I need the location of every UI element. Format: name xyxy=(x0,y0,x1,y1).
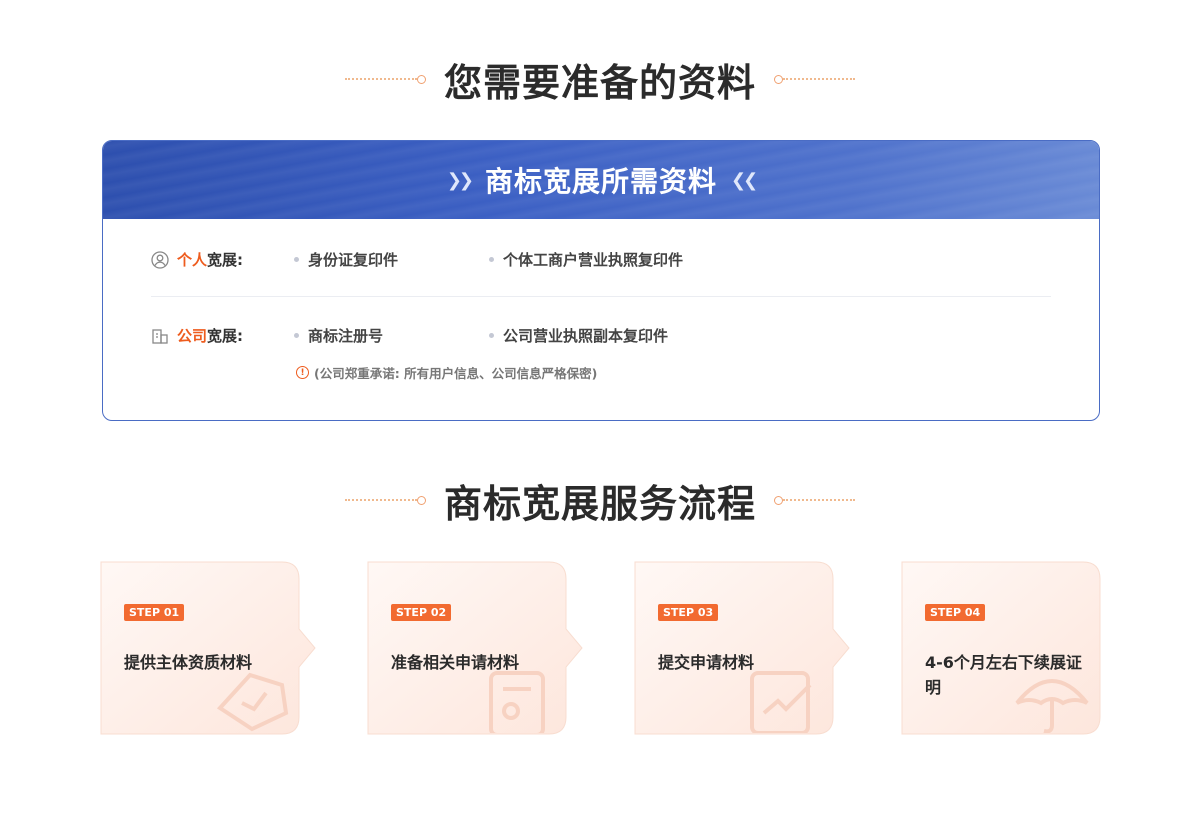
materials-title: 您需要准备的资料 xyxy=(443,60,756,105)
personal-label: 个人 宽展: xyxy=(151,249,294,270)
user-icon xyxy=(151,250,169,269)
title-decoration-right xyxy=(774,74,855,84)
privacy-note: ! (公司郑重承诺: 所有用户信息、公司信息严格保密) xyxy=(296,363,597,382)
step-badge: STEP 02 xyxy=(391,604,452,621)
chevron-left-double-icon: ❮❮ xyxy=(731,169,758,191)
materials-card: ❯❯ 商标宽展所需资料 ❮❮ 个人 宽展: 身份证复印件 个体工商户营业执照复印件… xyxy=(102,140,1100,421)
company-row: 公司 宽展: 商标注册号 公司营业执照副本复印件 xyxy=(151,325,1051,346)
list-item: 公司营业执照副本复印件 xyxy=(489,325,668,346)
company-label: 公司 宽展: xyxy=(151,325,294,346)
row-divider xyxy=(151,296,1051,297)
card-title: 商标宽展所需资料 xyxy=(484,165,717,198)
umbrella-icon xyxy=(1015,679,1089,733)
personal-label-accent: 个人 xyxy=(177,251,208,269)
tag-icon xyxy=(216,672,289,732)
personal-label-rest: 宽展: xyxy=(207,251,244,269)
step-card-2: STEP 02 准备相关申请材料 xyxy=(367,561,583,735)
company-label-rest: 宽展: xyxy=(207,327,244,345)
step-card-3: STEP 03 提交申请材料 xyxy=(634,561,850,735)
list-item: 个体工商户营业执照复印件 xyxy=(489,249,683,270)
personal-row: 个人 宽展: 身份证复印件 个体工商户营业执照复印件 xyxy=(151,249,1051,270)
step-card-1: STEP 01 提供主体资质材料 xyxy=(100,561,316,735)
title-decoration-right xyxy=(774,495,855,505)
list-item: 商标注册号 xyxy=(294,325,489,346)
step-badge: STEP 04 xyxy=(925,604,986,621)
card-header: ❯❯ 商标宽展所需资料 ❮❮ xyxy=(103,141,1099,219)
process-section-title: 商标宽展服务流程 xyxy=(0,475,1200,526)
title-decoration-left xyxy=(344,74,426,84)
warning-icon: ! xyxy=(296,366,309,379)
chevron-right-double-icon: ❯❯ xyxy=(446,169,474,191)
company-label-accent: 公司 xyxy=(177,327,208,345)
process-title: 商标宽展服务流程 xyxy=(443,481,756,526)
building-icon xyxy=(151,327,169,345)
step-card-4: STEP 04 4-6个月左右下续展证明 xyxy=(901,561,1101,735)
edit-document-icon xyxy=(750,671,812,733)
document-icon xyxy=(489,671,545,733)
title-decoration-left xyxy=(344,495,426,505)
privacy-note-text: (公司郑重承诺: 所有用户信息、公司信息严格保密) xyxy=(314,366,598,381)
step-badge: STEP 01 xyxy=(124,604,185,621)
step-badge: STEP 03 xyxy=(658,604,719,621)
list-item: 身份证复印件 xyxy=(294,249,489,270)
materials-section-title: 您需要准备的资料 xyxy=(0,54,1200,105)
